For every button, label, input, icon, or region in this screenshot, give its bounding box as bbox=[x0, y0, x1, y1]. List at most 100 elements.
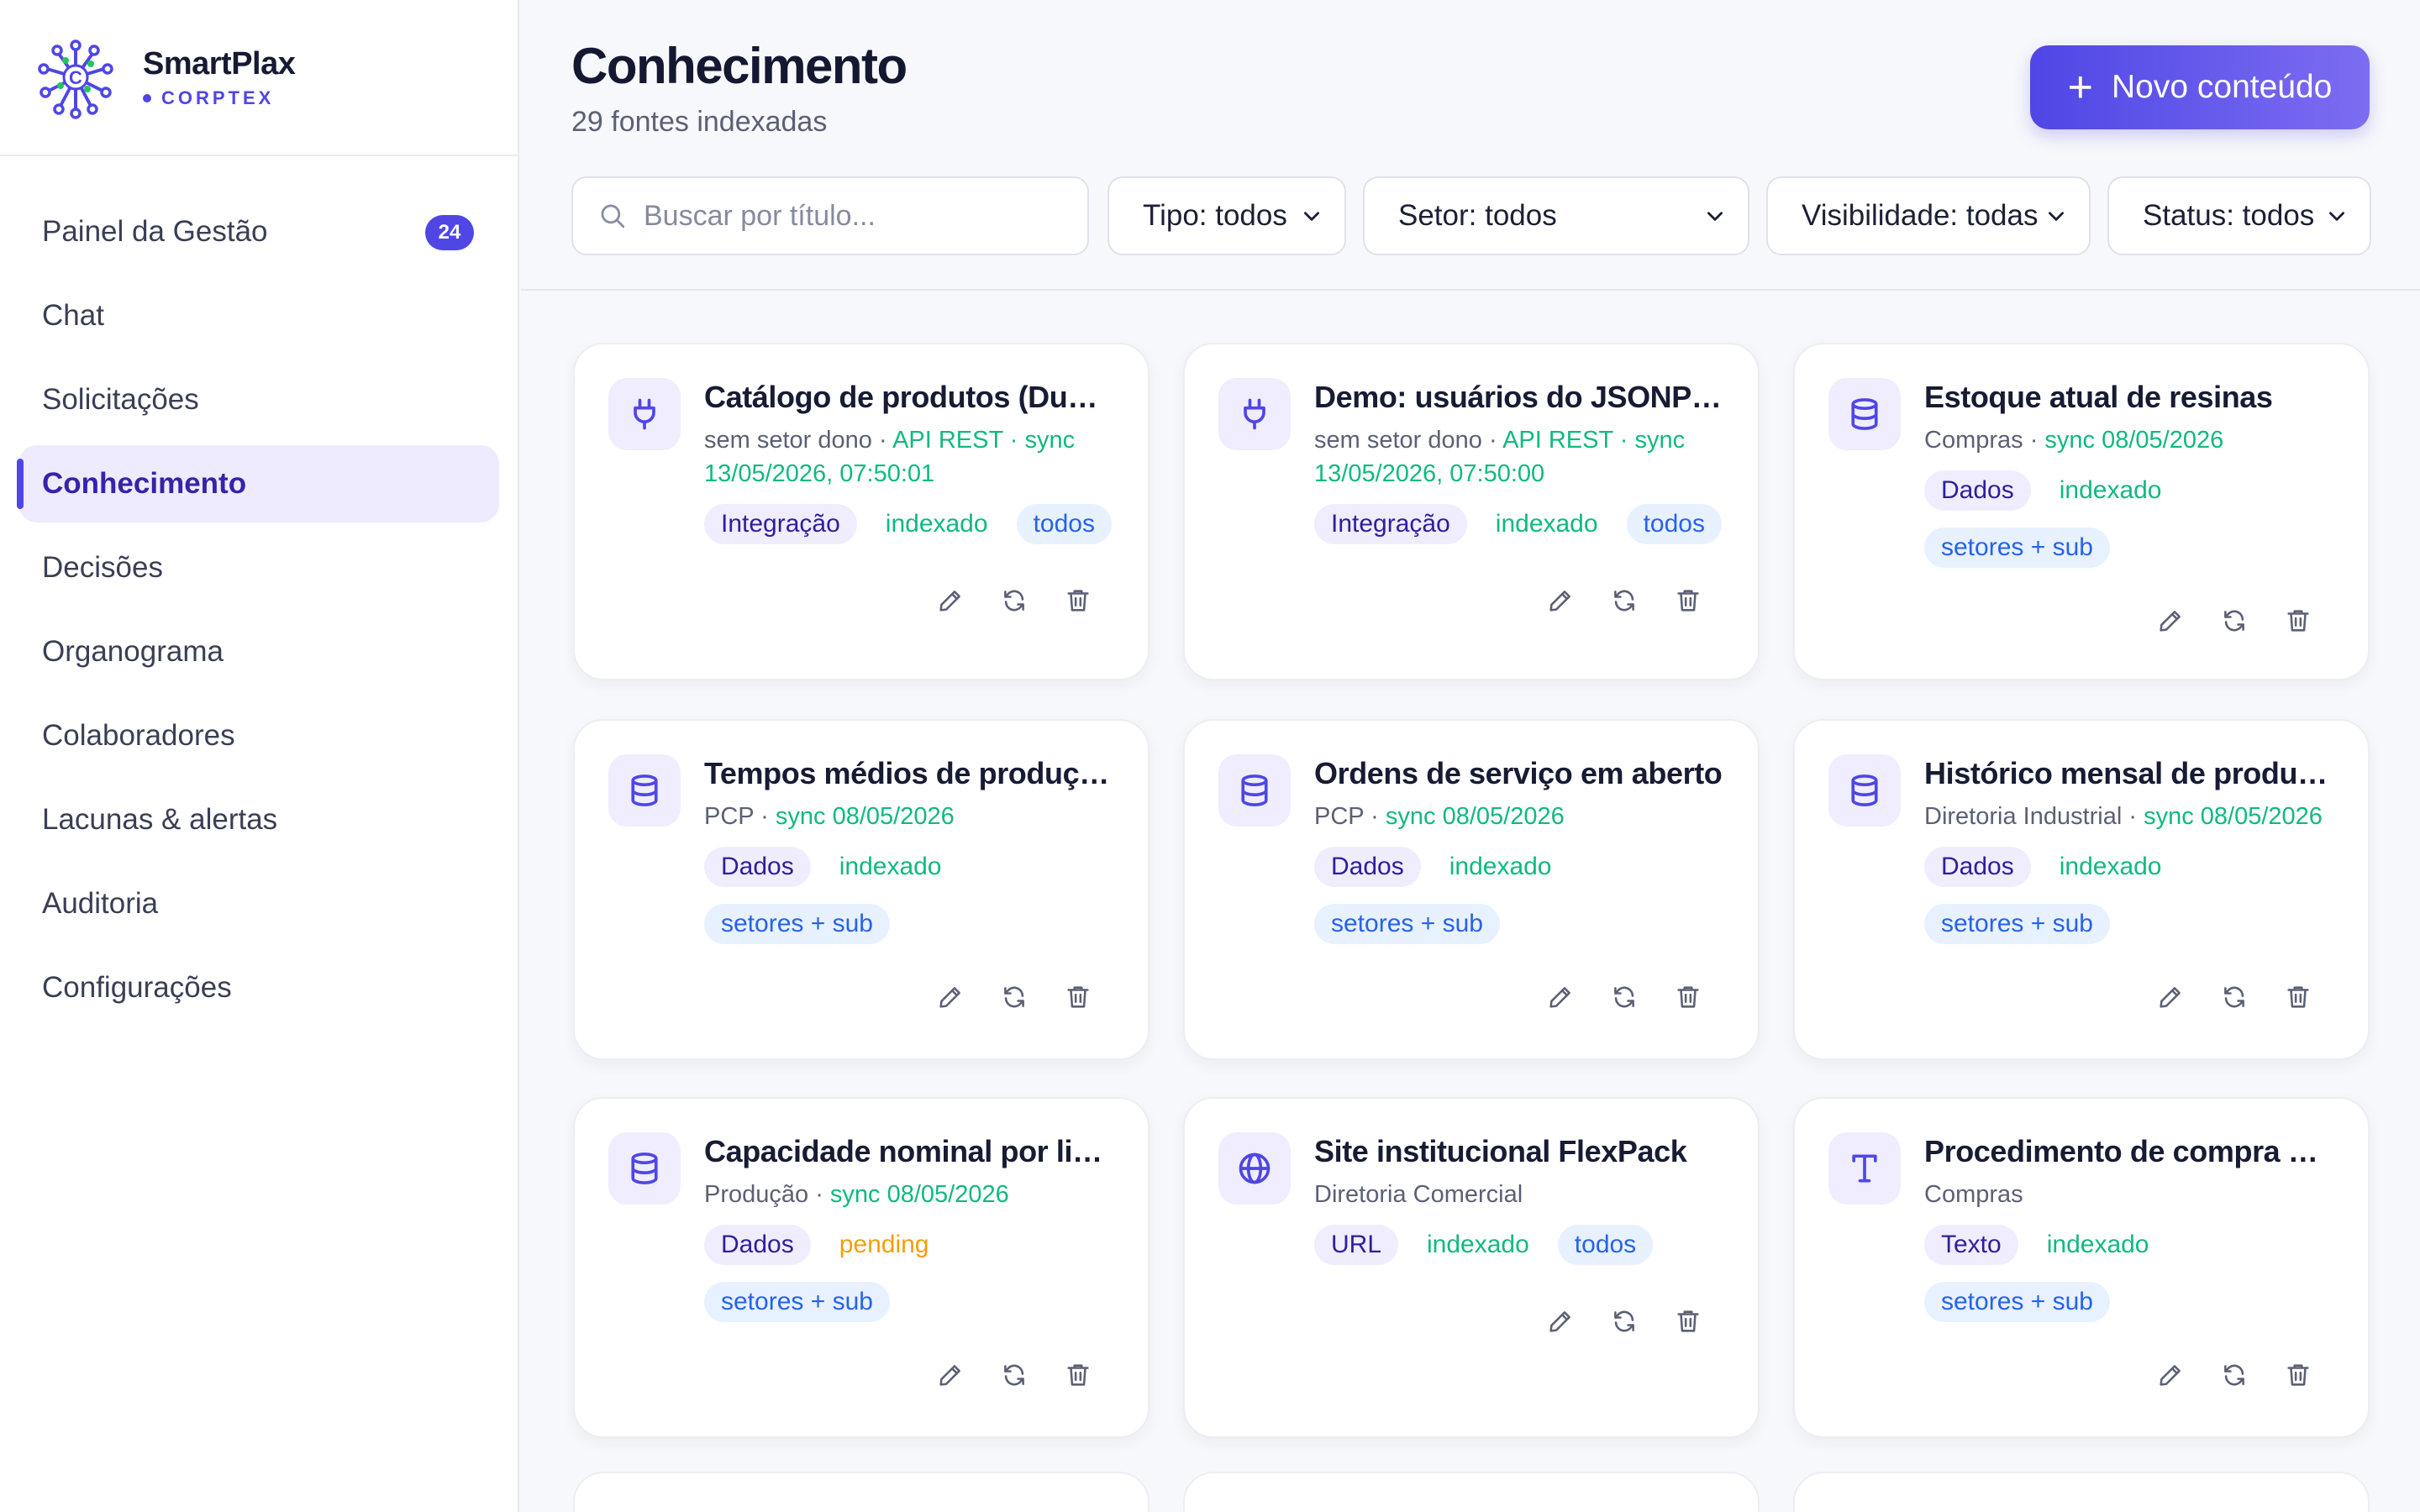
chevron-down-icon bbox=[2049, 212, 2064, 221]
knowledge-card[interactable]: Procedimento de compra de resinas Compra… bbox=[1793, 1097, 2370, 1438]
sidebar-item-organograma[interactable]: Organograma bbox=[18, 613, 499, 690]
sidebar-item-decisoes[interactable]: Decisões bbox=[18, 529, 499, 606]
sync-icon[interactable] bbox=[2220, 1361, 2249, 1389]
visibility-tag: setores + sub bbox=[704, 904, 890, 944]
sync-icon[interactable] bbox=[1000, 1361, 1028, 1389]
type-filter-select[interactable]: Tipo: todos bbox=[1107, 176, 1346, 255]
plus-icon: + bbox=[2067, 63, 2093, 112]
search-icon bbox=[601, 204, 625, 228]
card-type-badge bbox=[1828, 378, 1901, 450]
edit-icon[interactable] bbox=[1546, 586, 1575, 615]
brand-sub-label: CORPTEX bbox=[161, 87, 275, 108]
trash-icon[interactable] bbox=[2284, 606, 2312, 635]
trash-icon[interactable] bbox=[2284, 983, 2312, 1011]
card-owner: Compras · bbox=[1924, 427, 2045, 454]
plug-icon bbox=[1244, 398, 1265, 430]
knowledge-card[interactable]: Histórico mensal de produção 2025 Direto… bbox=[1793, 719, 2370, 1060]
new-content-label: Novo conteúdo bbox=[2112, 69, 2333, 105]
sidebar-item-label: Configurações bbox=[42, 971, 232, 1004]
sidebar-item-conhecimento[interactable]: Conhecimento bbox=[17, 445, 499, 522]
status-tag: indexado bbox=[885, 510, 988, 538]
knowledge-card[interactable]: Estoque atual de resinas Compras · sync … bbox=[1793, 343, 2370, 680]
sidebar-item-label: Organograma bbox=[42, 635, 224, 668]
edit-icon[interactable] bbox=[2156, 1361, 2185, 1389]
sidebar-item-lacunas[interactable]: Lacunas & alertas bbox=[18, 781, 499, 858]
brand-name: SmartPlax bbox=[143, 45, 296, 81]
card-title: Demo: usuários do JSONPlaceholder bbox=[1314, 380, 1724, 414]
sidebar-item-configuracoes[interactable]: Configurações bbox=[18, 949, 499, 1026]
edit-icon[interactable] bbox=[2156, 983, 2185, 1011]
edit-icon[interactable] bbox=[1546, 1307, 1575, 1336]
sync-icon[interactable] bbox=[2220, 606, 2249, 635]
sidebar-item-painel[interactable]: Painel da Gestão 24 bbox=[18, 193, 499, 270]
globe-icon bbox=[1239, 1152, 1270, 1184]
knowledge-card[interactable]: Tempos médios de produção por produto PC… bbox=[573, 719, 1150, 1060]
search-input[interactable] bbox=[644, 199, 1064, 233]
sidebar-nav: Painel da Gestão 24 Chat Solicitações Con… bbox=[0, 156, 518, 1026]
card-owner: PCP · bbox=[1314, 803, 1386, 830]
card-meta: PCP · sync 08/05/2026 bbox=[704, 800, 1114, 833]
edit-icon[interactable] bbox=[936, 1361, 965, 1389]
knowledge-card[interactable]: Ordens de serviço em aberto PCP · sync 0… bbox=[1183, 719, 1760, 1060]
card-title: Ordens de serviço em aberto bbox=[1314, 756, 1723, 790]
sidebar-item-label: Colaboradores bbox=[42, 719, 235, 752]
knowledge-card-partial[interactable] bbox=[1793, 1472, 2370, 1512]
card-title: Site institucional FlexPack bbox=[1314, 1134, 1687, 1168]
trash-icon[interactable] bbox=[2284, 1361, 2312, 1389]
card-owner: Diretoria Comercial bbox=[1314, 1181, 1523, 1208]
card-owner: sem setor dono · bbox=[704, 427, 893, 454]
sync-icon[interactable] bbox=[1000, 586, 1028, 615]
knowledge-card-partial[interactable] bbox=[573, 1472, 1150, 1512]
knowledge-card[interactable]: Capacidade nominal por linha de produção… bbox=[573, 1097, 1150, 1438]
type-tag: Dados bbox=[704, 1225, 811, 1265]
trash-icon[interactable] bbox=[1674, 983, 1702, 1011]
knowledge-card[interactable]: Site institucional FlexPack Diretoria Co… bbox=[1183, 1097, 1760, 1438]
corptex-logo-icon: C bbox=[38, 39, 113, 119]
knowledge-card[interactable]: Catálogo de produtos (DummyJSON) sem set… bbox=[573, 343, 1150, 680]
sync-icon[interactable] bbox=[2220, 983, 2249, 1011]
edit-icon[interactable] bbox=[936, 983, 965, 1011]
card-title: Histórico mensal de produção 2025 bbox=[1924, 756, 2334, 790]
status-tag: indexado bbox=[1449, 853, 1552, 880]
knowledge-card-partial[interactable] bbox=[1183, 1472, 1760, 1512]
sync-icon[interactable] bbox=[1610, 586, 1639, 615]
card-owner: sem setor dono · bbox=[1314, 427, 1503, 454]
sector-filter-select[interactable]: Setor: todos bbox=[1363, 176, 1749, 255]
card-title: Procedimento de compra de resinas bbox=[1924, 1134, 2334, 1168]
trash-icon[interactable] bbox=[1674, 1307, 1702, 1336]
sidebar-item-auditoria[interactable]: Auditoria bbox=[18, 865, 499, 942]
status-tag: indexado bbox=[2046, 1231, 2149, 1258]
trash-icon[interactable] bbox=[1064, 586, 1092, 615]
new-content-button[interactable]: + Novo conteúdo bbox=[2030, 45, 2370, 129]
card-meta: Compras · sync 08/05/2026 bbox=[1924, 423, 2334, 457]
type-tag: Integração bbox=[704, 504, 857, 544]
card-meta: Produção · sync 08/05/2026 bbox=[704, 1178, 1114, 1211]
card-sync: sync 08/05/2026 bbox=[829, 1181, 1009, 1208]
sidebar-item-chat[interactable]: Chat bbox=[18, 277, 499, 354]
sector-filter-value: Setor: todos bbox=[1398, 199, 1557, 232]
search-box bbox=[571, 176, 1089, 255]
edit-icon[interactable] bbox=[2156, 606, 2185, 635]
database-icon bbox=[631, 1152, 658, 1184]
trash-icon[interactable] bbox=[1064, 983, 1092, 1011]
knowledge-card[interactable]: Demo: usuários do JSONPlaceholder sem se… bbox=[1183, 343, 1760, 680]
sync-icon[interactable] bbox=[1610, 983, 1639, 1011]
status-filter-select[interactable]: Status: todos bbox=[2107, 176, 2371, 255]
card-sync: sync 08/05/2026 bbox=[2144, 803, 2323, 830]
type-tag: Integração bbox=[1314, 504, 1467, 544]
trash-icon[interactable] bbox=[1674, 586, 1702, 615]
visibility-tag: setores + sub bbox=[1924, 1282, 2110, 1322]
trash-icon[interactable] bbox=[1064, 1361, 1092, 1389]
card-owner: Compras bbox=[1924, 1181, 2023, 1208]
sidebar-item-solicitacoes[interactable]: Solicitações bbox=[18, 361, 499, 438]
sidebar-item-colaboradores[interactable]: Colaboradores bbox=[18, 697, 499, 774]
edit-icon[interactable] bbox=[936, 586, 965, 615]
sync-icon[interactable] bbox=[1610, 1307, 1639, 1336]
text-icon bbox=[1852, 1154, 1877, 1183]
sync-icon[interactable] bbox=[1000, 983, 1028, 1011]
edit-icon[interactable] bbox=[1546, 983, 1575, 1011]
svg-text:C: C bbox=[69, 67, 82, 88]
visibility-filter-select[interactable]: Visibilidade: todas bbox=[1766, 176, 2091, 255]
card-meta: Compras bbox=[1924, 1178, 2334, 1211]
visibility-filter-value: Visibilidade: todas bbox=[1802, 199, 2039, 232]
